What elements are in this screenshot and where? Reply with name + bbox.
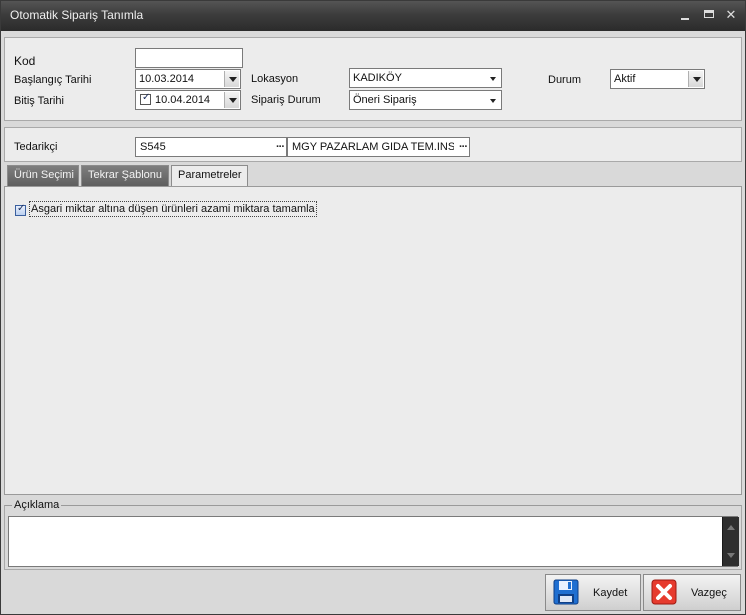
end-date-picker[interactable]: ✓ 10.04.2014 [135,90,241,110]
supplier-panel: Tedarikçi S545 ··· MGY PAZARLAM GIDA TEM… [4,127,742,162]
cancel-x-icon [651,579,677,605]
end-date-label: Bitiş Tarihi [14,95,64,107]
status-select[interactable]: Aktif [610,69,705,89]
maximize-icon [704,10,714,18]
window-title: Otomatik Sipariş Tanımla [10,8,144,22]
chevron-down-icon[interactable] [224,92,239,108]
tab-label: Parametreler [178,169,242,181]
order-status-label: Sipariş Durum [251,94,321,106]
minimize-icon [681,18,689,20]
location-value: KADIKÖY [353,72,402,84]
order-definition-window: Otomatik Sipariş Tanımla ✕ Kod Başlangıç… [0,0,746,615]
title-bar[interactable]: Otomatik Sipariş Tanımla ✕ [1,1,745,31]
description-label: Açıklama [12,499,62,511]
kod-label: Kod [14,54,36,68]
scroll-down-icon[interactable] [727,553,735,558]
supplier-label: Tedarikçi [14,141,58,153]
save-button[interactable]: Kaydet [545,574,641,611]
min-to-max-label[interactable]: Asgari miktar altına düşen ürünleri azam… [29,201,317,217]
supplier-code-value: S545 [140,141,166,153]
save-button-label: Kaydet [593,587,628,599]
chevron-down-icon[interactable] [485,92,500,108]
tab-product-selection[interactable]: Ürün Seçimi [7,165,79,186]
check-icon: ✓ [142,92,151,103]
scroll-up-icon[interactable] [727,525,735,530]
cancel-button-label: Vazgeç [691,587,727,599]
end-date-checkbox[interactable]: ✓ [140,92,151,105]
parameters-tab-content: ✓ Asgari miktar altına düşen ürünleri az… [4,186,742,495]
start-date-value: 10.03.2014 [139,73,195,85]
maximize-button[interactable] [701,7,717,23]
tab-repeat-template[interactable]: Tekrar Şablonu [81,165,169,186]
description-textarea[interactable] [8,516,738,567]
tab-parameters[interactable]: Parametreler [171,165,248,187]
cancel-button[interactable]: Vazgeç [643,574,741,611]
description-scrollbar[interactable] [722,517,739,566]
chevron-down-icon[interactable] [485,70,500,86]
tab-label: Ürün Seçimi [14,169,74,181]
chevron-down-icon[interactable] [688,71,703,87]
supplier-name-input[interactable]: MGY PAZARLAM GIDA TEM.INS.LT ··· [287,137,470,157]
browse-icon[interactable]: ··· [276,141,285,153]
order-status-select[interactable]: Öneri Sipariş [349,90,502,110]
end-date-value: 10.04.2014 [155,94,211,106]
chevron-down-icon[interactable] [224,71,239,87]
kod-input[interactable] [135,48,243,68]
order-status-value: Öneri Sipariş [353,94,417,106]
check-icon: ✓ [17,203,26,214]
floppy-disk-icon [553,579,579,605]
supplier-name-value: MGY PAZARLAM GIDA TEM.INS.LT [292,141,454,153]
minimize-button[interactable] [677,7,693,23]
min-to-max-checkbox[interactable]: ✓ [15,203,26,216]
start-date-picker[interactable]: 10.03.2014 [135,69,241,89]
status-value: Aktif [614,73,636,85]
status-label: Durum [548,74,582,86]
header-panel: Kod Başlangıç Tarihi 10.03.2014 Bitiş Ta… [4,37,742,121]
tab-label: Tekrar Şablonu [88,169,162,181]
supplier-code-input[interactable]: S545 ··· [135,137,287,157]
start-date-label: Başlangıç Tarihi [14,74,92,86]
location-label: Lokasyon [251,73,299,85]
description-group: Açıklama [4,499,742,570]
close-button[interactable]: ✕ [723,7,739,23]
close-icon: ✕ [725,7,737,22]
location-select[interactable]: KADIKÖY [349,68,502,88]
browse-icon[interactable]: ··· [459,141,468,153]
